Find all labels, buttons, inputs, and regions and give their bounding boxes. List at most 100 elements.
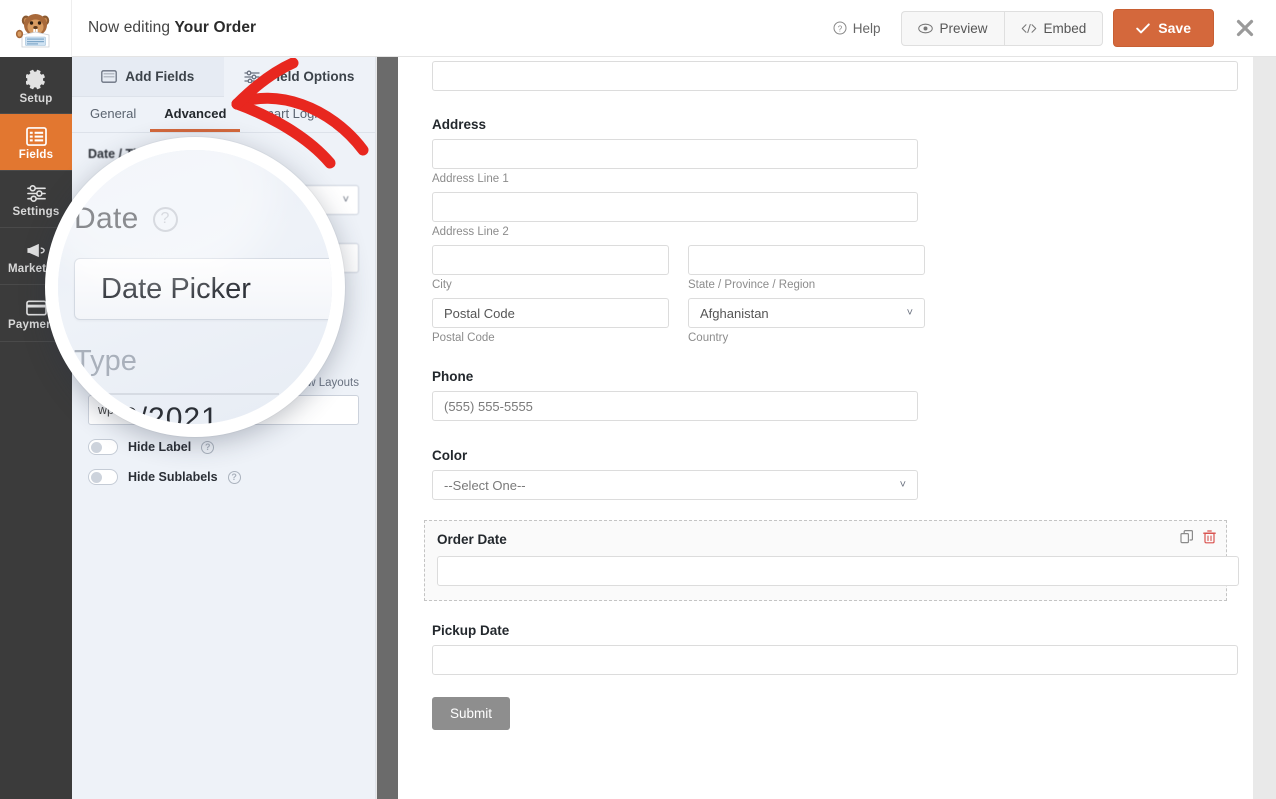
magnifier-field-group: Date ? Date Picker Type <box>74 202 332 378</box>
hide-sublabels-text: Hide Sublabels <box>128 470 218 484</box>
phone-input[interactable]: (555) 555-5555 <box>432 391 918 421</box>
address-line-2-sublabel: Address Line 2 <box>432 226 509 238</box>
magnifier-date-label-row: Date ? <box>74 202 332 236</box>
wpforms-beaver-logo-icon <box>15 14 49 48</box>
submit-button[interactable]: Submit <box>432 697 511 730</box>
tab-smart-logic[interactable]: Smart Logic <box>240 97 337 132</box>
sidebar-item-label: Setup <box>19 93 53 105</box>
order-date-label: Order Date <box>437 532 507 547</box>
hide-label-row: Hide Label ? <box>88 439 359 455</box>
sliders-icon <box>26 184 47 203</box>
top-bar: Now editing Your Order ? Help Preview Em… <box>0 0 1276 57</box>
field-order-date[interactable]: Order Date <box>424 520 1239 601</box>
magnifier-type-select[interactable]: Date Picker <box>74 258 332 320</box>
city-input[interactable] <box>432 245 669 275</box>
order-date-input[interactable] <box>437 556 1239 586</box>
panel-subtab-bar: General Advanced Smart Logic <box>72 97 375 133</box>
form-preview-card: Address Address Line 1 Address Line 2 Ci… <box>398 57 1253 799</box>
sidebar-item-setup[interactable]: Setup <box>0 57 72 114</box>
state-input[interactable] <box>688 245 925 275</box>
magnifier-type-sublabel: Type <box>74 345 137 377</box>
help-icon[interactable]: ? <box>227 470 241 484</box>
top-text-input[interactable] <box>432 61 1238 91</box>
magnifier-date-label: Date <box>74 202 139 235</box>
chevron-down-icon: ˅ <box>342 194 349 206</box>
wpforms-form-builder: Now editing Your Order ? Help Preview Em… <box>0 0 1276 799</box>
hide-sublabels-toggle[interactable] <box>88 469 118 485</box>
tab-add-fields-label: Add Fields <box>125 69 195 84</box>
help-button[interactable]: ? Help <box>819 15 895 42</box>
postal-code-sublabel: Postal Code <box>432 332 495 344</box>
check-icon <box>1136 22 1151 34</box>
country-value: Afghanistan <box>700 305 769 321</box>
field-color: Color --Select One-- ˅ <box>422 421 1229 500</box>
list-rows-icon <box>25 127 47 146</box>
field-actions <box>1180 530 1216 544</box>
address-postal-country-row: Postal Code Postal Code Afghanistan ˅ Co… <box>432 298 1219 344</box>
panel-scrollbar[interactable] <box>377 57 398 799</box>
state-sublabel: State / Province / Region <box>688 279 816 291</box>
preview-button[interactable]: Preview <box>900 10 1004 46</box>
field-options-icon <box>244 70 260 84</box>
magnifier-type-value: Date Picker <box>101 272 251 305</box>
tab-field-options[interactable]: Field Options <box>223 57 375 97</box>
help-icon[interactable]: ? <box>201 440 215 454</box>
address-line-1-input[interactable] <box>432 139 918 169</box>
question-circle-icon[interactable]: ? <box>152 206 178 232</box>
save-label: Save <box>1158 20 1191 36</box>
save-button[interactable]: Save <box>1113 9 1214 47</box>
trash-icon[interactable] <box>1203 530 1216 544</box>
preview-label: Preview <box>939 20 988 36</box>
address-state-col: State / Province / Region <box>688 245 925 291</box>
sidebar-item-label: Fields <box>18 149 54 161</box>
gear-icon <box>24 69 47 90</box>
close-builder-button[interactable] <box>1232 15 1258 41</box>
postal-code-input[interactable]: Postal Code <box>432 298 669 328</box>
hide-label-toggle[interactable] <box>88 439 118 455</box>
eye-icon <box>917 23 933 34</box>
chevron-down-icon: ˅ <box>899 479 906 491</box>
magnifier-bottom-divider <box>79 393 279 395</box>
svg-text:?: ? <box>838 24 843 33</box>
chevron-down-icon: ˅ <box>906 307 913 319</box>
field-top-partial <box>422 57 1238 91</box>
city-sublabel: City <box>432 279 452 291</box>
editing-prefix: Now editing <box>88 19 175 36</box>
field-pickup-date: Pickup Date <box>422 601 1238 675</box>
address-country-col: Afghanistan ˅ Country <box>688 298 925 344</box>
duplicate-icon[interactable] <box>1180 530 1194 544</box>
hide-label-text: Hide Label <box>128 440 192 454</box>
form-name: Your Order <box>174 19 257 36</box>
country-sublabel: Country <box>688 332 729 344</box>
tab-field-options-label: Field Options <box>268 69 355 84</box>
topbar-actions: ? Help Preview Embed Save <box>819 9 1276 47</box>
code-brackets-icon <box>1021 23 1037 34</box>
preview-embed-group: Preview Embed <box>900 10 1104 46</box>
credit-card-icon <box>25 300 47 316</box>
color-select[interactable]: --Select One-- ˅ <box>432 470 918 500</box>
phone-value: (555) 555-5555 <box>444 398 533 414</box>
sidebar-item-label: Settings <box>12 206 60 218</box>
country-select[interactable]: Afghanistan ˅ <box>688 298 925 328</box>
panel-tab-bar: Add Fields Field Options <box>72 57 375 97</box>
postal-code-value: Postal Code <box>444 305 515 321</box>
help-label: Help <box>852 20 881 36</box>
form-preview-area: Address Address Line 1 Address Line 2 Ci… <box>398 57 1276 799</box>
magnifier-lens: Date ? Date Picker Type /26/2021 <box>45 137 345 437</box>
tab-add-fields[interactable]: Add Fields <box>72 57 224 97</box>
address-line-2-input[interactable] <box>432 192 918 222</box>
pickup-date-input[interactable] <box>432 645 1238 675</box>
field-phone: Phone (555) 555-5555 <box>422 344 1229 421</box>
color-label: Color <box>432 448 468 463</box>
magnifier-content: Date ? Date Picker Type /26/2021 <box>58 150 332 424</box>
tab-advanced[interactable]: Advanced <box>150 97 241 132</box>
pickup-date-label: Pickup Date <box>432 623 510 638</box>
logo-box <box>0 0 72 57</box>
tab-general[interactable]: General <box>76 97 150 132</box>
hide-sublabels-row: Hide Sublabels ? <box>88 469 359 485</box>
close-icon <box>1236 19 1254 37</box>
embed-button[interactable]: Embed <box>1003 10 1104 46</box>
address-line-1-sublabel: Address Line 1 <box>432 173 509 185</box>
field-address: Address Address Line 1 Address Line 2 Ci… <box>422 91 1229 344</box>
embed-label: Embed <box>1043 20 1087 36</box>
